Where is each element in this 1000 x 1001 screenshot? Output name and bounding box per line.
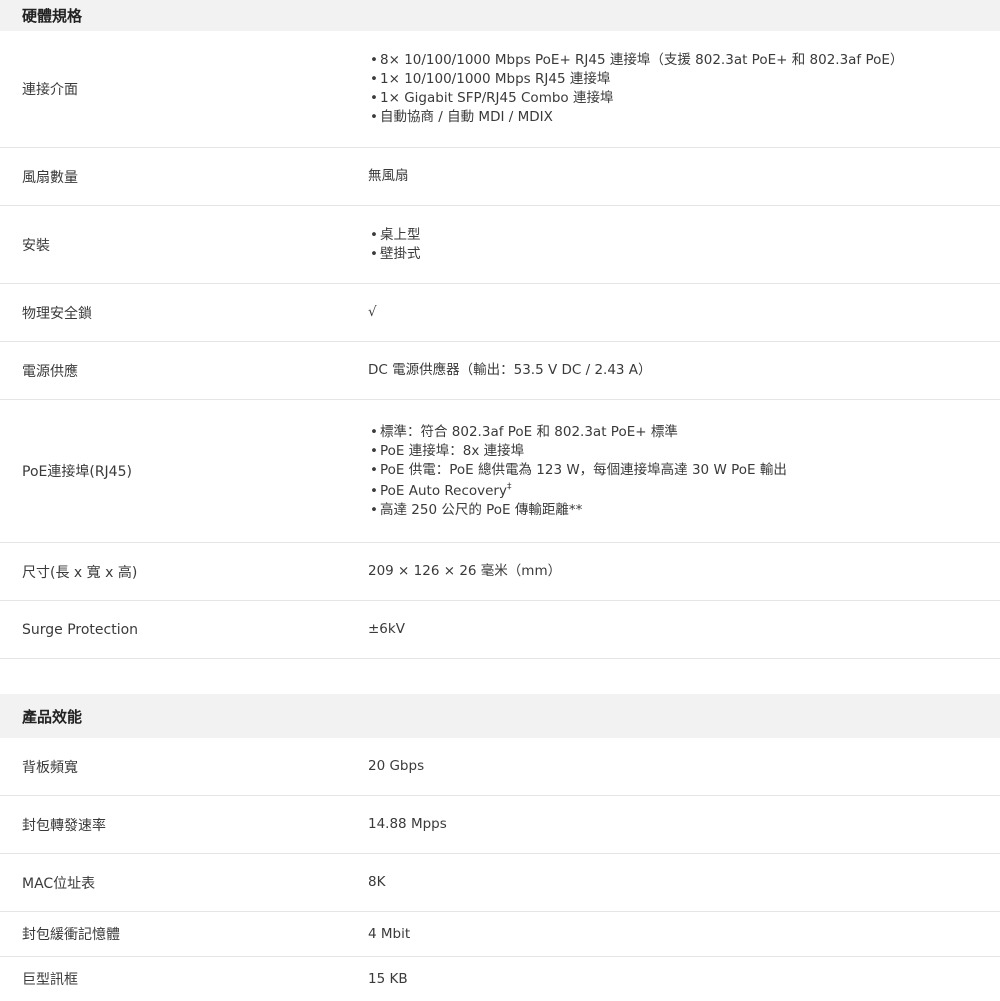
list-item: • PoE 供電：PoE 總供電為 123 W，每個連接埠高達 30 W PoE … xyxy=(370,461,787,478)
spec-list: • 桌上型 • 壁掛式 xyxy=(368,226,1000,264)
list-item: • PoE 連接埠：8x 連接埠 xyxy=(370,442,525,459)
spec-value: 15 KB xyxy=(368,970,408,987)
spec-value: 無風扇 xyxy=(368,168,409,184)
spec-row-backplane: 背板頻寬 20 Gbps xyxy=(0,738,1000,796)
spec-row-jumbo-frame: 巨型訊框 15 KB xyxy=(0,957,1000,1001)
spec-value: 14.88 Mpps xyxy=(368,816,447,832)
spec-row-packet-buffer: 封包緩衝記憶體 4 Mbit xyxy=(0,912,1000,957)
spec-label: 電源供應 xyxy=(22,363,78,380)
list-item: • 自動協商 / 自動 MDI / MDIX xyxy=(370,109,553,125)
section-title-hardware: 硬體規格 xyxy=(22,7,83,25)
spec-value: • 桌上型 • 壁掛式 xyxy=(368,226,1000,264)
spec-label: 封包緩衝記憶體 xyxy=(22,927,120,943)
list-item: • 桌上型 xyxy=(370,226,421,243)
spec-label: PoE連接埠(RJ45) xyxy=(22,464,132,480)
list-item: • 標準：符合 802.3af PoE 和 802.3at PoE+ 標準 xyxy=(370,423,678,440)
spec-value: DC 電源供應器（輸出：53.5 V DC / 2.43 A） xyxy=(368,362,652,378)
spec-row-mounting: 安裝 • 桌上型 • 壁掛式 xyxy=(0,206,1000,284)
spec-row-surge-protection: Surge Protection ±6kV xyxy=(0,601,1000,659)
spec-label: 背板頻寬 xyxy=(22,759,78,776)
spec-row-mac-table: MAC位址表 8K xyxy=(0,854,1000,912)
spec-row-dimensions: 尺寸(長 x 寬 x 高) 209 × 126 × 26 毫米（mm） xyxy=(0,543,1000,601)
spec-label: 封包轉發速率 xyxy=(22,817,106,834)
spec-label: 物理安全鎖 xyxy=(22,305,92,322)
spec-label: 風扇數量 xyxy=(22,169,78,186)
spec-value: • 8× 10/100/1000 Mbps PoE+ RJ45 連接埠（支援 80… xyxy=(368,51,1000,127)
list-item: • 壁掛式 xyxy=(370,245,421,262)
list-item: • 8× 10/100/1000 Mbps PoE+ RJ45 連接埠（支援 80… xyxy=(370,52,904,68)
spec-value: • 標準：符合 802.3af PoE 和 802.3at PoE+ 標準 • Po… xyxy=(368,423,1000,520)
spec-row-interfaces: 連接介面 • 8× 10/100/1000 Mbps PoE+ RJ45 連接埠（… xyxy=(0,31,1000,148)
spec-label: 尺寸(長 x 寬 x 高) xyxy=(22,564,138,581)
list-item: • 高達 250 公尺的 PoE 傳輸距離** xyxy=(370,501,583,518)
list-item: • 1× 10/100/1000 Mbps RJ45 連接埠 xyxy=(370,71,611,87)
spec-value: ±6kV xyxy=(368,621,405,637)
list-item: • PoE Auto Recovery‡ xyxy=(370,481,512,499)
spec-list: • 標準：符合 802.3af PoE 和 802.3at PoE+ 標準 • Po… xyxy=(368,423,1000,520)
spec-label: 安裝 xyxy=(22,237,50,254)
section-header-hardware: 硬體規格 xyxy=(0,0,1000,31)
spec-row-fans: 風扇數量 無風扇 xyxy=(0,148,1000,206)
section-header-performance: 產品效能 xyxy=(0,694,1000,738)
spec-value: 209 × 126 × 26 毫米（mm） xyxy=(368,563,562,579)
spec-row-poe-ports: PoE連接埠(RJ45) • 標準：符合 802.3af PoE 和 802.3a… xyxy=(0,400,1000,543)
spec-label: 巨型訊框 xyxy=(22,972,78,988)
section-title-performance: 產品效能 xyxy=(22,707,83,726)
spec-label: Surge Protection xyxy=(22,621,139,638)
spec-value: 4 Mbit xyxy=(368,925,411,942)
spec-label: MAC位址表 xyxy=(22,875,96,892)
footnote-mark: ‡ xyxy=(506,481,512,492)
list-item: • 1× Gigabit SFP/RJ45 Combo 連接埠 xyxy=(370,90,614,106)
spec-row-security-lock: 物理安全鎖 √ xyxy=(0,284,1000,342)
spec-label: 連接介面 xyxy=(22,82,78,98)
spec-value: 20 Gbps xyxy=(368,758,425,774)
spec-value: √ xyxy=(368,304,377,320)
spec-row-power-supply: 電源供應 DC 電源供應器（輸出：53.5 V DC / 2.43 A） xyxy=(0,342,1000,400)
spec-list: • 8× 10/100/1000 Mbps PoE+ RJ45 連接埠（支援 80… xyxy=(368,51,1000,127)
spec-value: 8K xyxy=(368,874,386,890)
spec-row-forwarding-rate: 封包轉發速率 14.88 Mpps xyxy=(0,796,1000,854)
